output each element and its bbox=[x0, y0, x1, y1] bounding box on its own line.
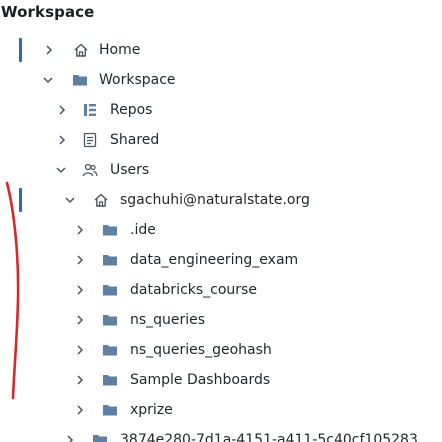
tree-item-folder-ns-queries[interactable]: ns_queries bbox=[0, 307, 442, 333]
tree-item-folder-sample-dashboards[interactable]: Sample Dashboards bbox=[0, 367, 442, 393]
chevron-right-icon[interactable] bbox=[73, 223, 87, 237]
tree-item-users[interactable]: Users bbox=[0, 157, 442, 183]
users-icon bbox=[82, 163, 98, 177]
chevron-right-icon[interactable] bbox=[73, 343, 87, 357]
tree-item-folder-ns-queries-geohash[interactable]: ns_queries_geohash bbox=[0, 337, 442, 363]
chevron-right-icon[interactable] bbox=[73, 403, 87, 417]
tree-item-home[interactable]: Home bbox=[0, 37, 442, 63]
folder-icon bbox=[103, 345, 117, 356]
tree-item-folder-databricks-course[interactable]: databricks_course bbox=[0, 277, 442, 303]
chevron-right-icon[interactable] bbox=[42, 43, 56, 57]
tree-item-user-home[interactable]: sgachuhi@naturalstate.org bbox=[0, 187, 442, 213]
chevron-right-icon[interactable] bbox=[55, 133, 69, 147]
tree-item-label: 3874e280-7d1a-4151-a411-5c40cf105283 bbox=[120, 432, 418, 442]
home-icon bbox=[74, 43, 88, 57]
chevron-right-icon[interactable] bbox=[73, 313, 87, 327]
chevron-right-icon[interactable] bbox=[55, 103, 69, 117]
chevron-down-icon[interactable] bbox=[41, 73, 55, 87]
chevron-down-icon[interactable] bbox=[63, 193, 77, 207]
tree-item-folder-xprize[interactable]: xprize bbox=[0, 397, 442, 423]
tree-item-next-user[interactable]: 3874e280-7d1a-4151-a411-5c40cf105283 bbox=[0, 427, 442, 442]
tree-item-workspace[interactable]: Workspace bbox=[0, 67, 442, 93]
tree-item-folder-ide[interactable]: .ide bbox=[0, 217, 442, 243]
tree-item-label: Sample Dashboards bbox=[130, 372, 271, 388]
home-icon bbox=[94, 193, 108, 207]
chevron-right-icon[interactable] bbox=[73, 283, 87, 297]
tree-item-repos[interactable]: Repos bbox=[0, 97, 442, 123]
panel-title: Workspace bbox=[1, 3, 95, 21]
tree-item-folder-data-engineering-exam[interactable]: data_engineering_exam bbox=[0, 247, 442, 273]
tree-item-label: Repos bbox=[110, 102, 153, 118]
folder-icon bbox=[103, 285, 117, 296]
tree-item-label: .ide bbox=[130, 222, 156, 238]
tree-item-label: data_engineering_exam bbox=[130, 252, 299, 268]
tree-item-label: Workspace bbox=[99, 72, 176, 88]
shared-document-icon bbox=[83, 132, 97, 148]
tree-item-label: Home bbox=[99, 42, 141, 58]
tree-item-shared[interactable]: Shared bbox=[0, 127, 442, 153]
tree-item-label: databricks_course bbox=[130, 282, 257, 298]
chevron-right-icon[interactable] bbox=[63, 433, 77, 442]
folder-icon bbox=[103, 375, 117, 386]
tree-item-label: Users bbox=[110, 162, 150, 178]
tree-item-label: Shared bbox=[110, 132, 160, 148]
folder-icon bbox=[103, 255, 117, 266]
chevron-right-icon[interactable] bbox=[73, 253, 87, 267]
workspace-browser-panel: Workspace Home Workspace Repos Shared Us… bbox=[0, 0, 442, 442]
repo-icon bbox=[84, 104, 96, 116]
tree-item-label: sgachuhi@naturalstate.org bbox=[120, 192, 310, 208]
tree-item-label: ns_queries_geohash bbox=[130, 342, 272, 358]
chevron-down-icon[interactable] bbox=[54, 163, 68, 177]
tree-item-label: xprize bbox=[130, 402, 173, 418]
folder-icon bbox=[103, 225, 117, 236]
folder-icon bbox=[103, 405, 117, 416]
chevron-right-icon[interactable] bbox=[73, 373, 87, 387]
folder-icon bbox=[73, 75, 87, 86]
folder-icon bbox=[93, 435, 107, 442]
folder-icon bbox=[103, 315, 117, 326]
tree-item-label: ns_queries bbox=[130, 312, 206, 328]
